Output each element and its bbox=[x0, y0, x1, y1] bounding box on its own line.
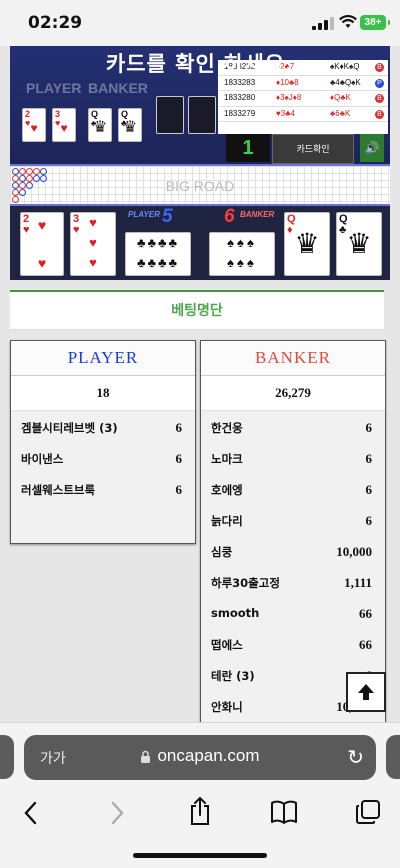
big-road-label: BIG ROAD bbox=[165, 178, 235, 194]
card-back bbox=[156, 96, 184, 134]
player-total: 18 bbox=[11, 376, 195, 411]
hand-area bbox=[10, 206, 390, 280]
banker-panel-title: BANKER bbox=[201, 341, 385, 376]
history-row: 1833279 ♥3♣4 ♣6♣K B bbox=[218, 107, 388, 123]
history-row: 1833280 ♦3♠J♦8 ♦Q♣K B bbox=[218, 91, 388, 107]
url-display[interactable]: oncapan.com bbox=[24, 746, 376, 766]
cellular-signal-icon bbox=[312, 17, 334, 30]
book-icon bbox=[271, 800, 297, 824]
player-bets-panel: PLAYER 18 겜블시티레브벳 (3) 6 바이낸스 6 러셀웨스트브룩 6 bbox=[10, 340, 196, 544]
list-item: 한건웅 6 bbox=[211, 420, 372, 435]
player-card: 3 ♥ ♥ ♥ ♥ bbox=[70, 212, 116, 276]
address-bar[interactable]: 가가 oncapan.com ↻ bbox=[24, 735, 376, 780]
big-road: BIG ROAD bbox=[10, 164, 390, 206]
baccarat-game-view: PLAYER BANKER 2 ♥ ♥ 3 ♥ ♥ Q ♠ ♛ Q ♣ ♛ 1833282 ♦2… bbox=[10, 46, 390, 280]
list-item: 러셀웨스트브룩 6 bbox=[21, 482, 182, 497]
status-bar: 02:29 38+ bbox=[0, 0, 400, 46]
round-counter: 1 bbox=[226, 134, 270, 162]
table-card: 3 ♥ ♥ bbox=[52, 108, 76, 142]
card-back bbox=[188, 96, 216, 134]
forward-button[interactable] bbox=[97, 793, 137, 833]
banker-card: Q ♣ ♛ bbox=[336, 212, 382, 276]
list-item: 호에엥 6 bbox=[211, 482, 372, 497]
card-confirm-button[interactable]: 카드확인 bbox=[272, 134, 354, 164]
wifi-icon bbox=[339, 15, 357, 28]
table-card: Q ♠ ♛ bbox=[88, 108, 112, 142]
chevron-left-icon bbox=[24, 801, 37, 825]
tabs-button[interactable] bbox=[348, 793, 388, 833]
list-item: 심쿵 10,000 bbox=[211, 544, 372, 559]
back-button[interactable] bbox=[11, 793, 51, 833]
list-item: 하루30출고정 1,111 bbox=[211, 575, 372, 590]
table-card: 2 ♥ ♥ bbox=[22, 108, 46, 142]
list-item: 노마크 6 bbox=[211, 451, 372, 466]
table-card: Q ♣ ♛ bbox=[118, 108, 142, 142]
speaker-icon[interactable]: 🔊 bbox=[360, 134, 384, 162]
player-third-card: ♣♣♣♣ ♣♣♣♣ bbox=[125, 232, 191, 276]
ghost-player-label: PLAYER bbox=[26, 80, 82, 96]
reload-icon[interactable]: ↻ bbox=[347, 745, 364, 770]
lock-icon bbox=[141, 750, 151, 763]
share-icon bbox=[191, 796, 209, 825]
tabs-icon bbox=[356, 800, 380, 824]
list-item: 바이낸스 6 bbox=[21, 451, 182, 466]
share-button[interactable] bbox=[180, 793, 220, 833]
banker-third-card: ♠♠♠ ♠♠♠ bbox=[209, 232, 275, 276]
bookmarks-button[interactable] bbox=[264, 793, 304, 833]
chevron-right-icon bbox=[111, 801, 124, 825]
player-tag: PLAYER bbox=[128, 210, 160, 219]
home-indicator bbox=[133, 853, 267, 858]
list-item: 늙다리 6 bbox=[211, 513, 372, 528]
ghost-banker-label: BANKER bbox=[88, 80, 148, 96]
next-tab-preview[interactable] bbox=[386, 735, 400, 779]
status-time: 02:29 bbox=[28, 13, 83, 33]
banker-total: 26,279 bbox=[201, 376, 385, 411]
browser-toolbar: 가가 oncapan.com ↻ bbox=[0, 722, 400, 868]
list-item: smooth 66 bbox=[211, 606, 372, 621]
list-item: 떱에스 66 bbox=[211, 637, 372, 652]
scroll-to-top-button[interactable] bbox=[346, 672, 386, 712]
overlay-message: 카드를 확인 하세요. bbox=[105, 52, 295, 76]
banker-tag: BANKER bbox=[240, 210, 275, 219]
arrow-up-icon bbox=[358, 684, 374, 700]
list-item: 겜블시티레브벳 (3) 6 bbox=[21, 420, 182, 435]
player-panel-title: PLAYER bbox=[11, 341, 195, 376]
battery-icon: 38+ bbox=[360, 15, 390, 30]
player-score: 5 bbox=[162, 206, 173, 227]
betting-list-tab[interactable]: 베팅명단 bbox=[10, 290, 384, 330]
player-card: 2 ♥ ♥ ♥ bbox=[20, 212, 64, 276]
banker-card: Q ♦ ♛ bbox=[284, 212, 330, 276]
previous-tab-preview[interactable] bbox=[0, 735, 14, 779]
banker-score: 6 bbox=[224, 206, 235, 227]
